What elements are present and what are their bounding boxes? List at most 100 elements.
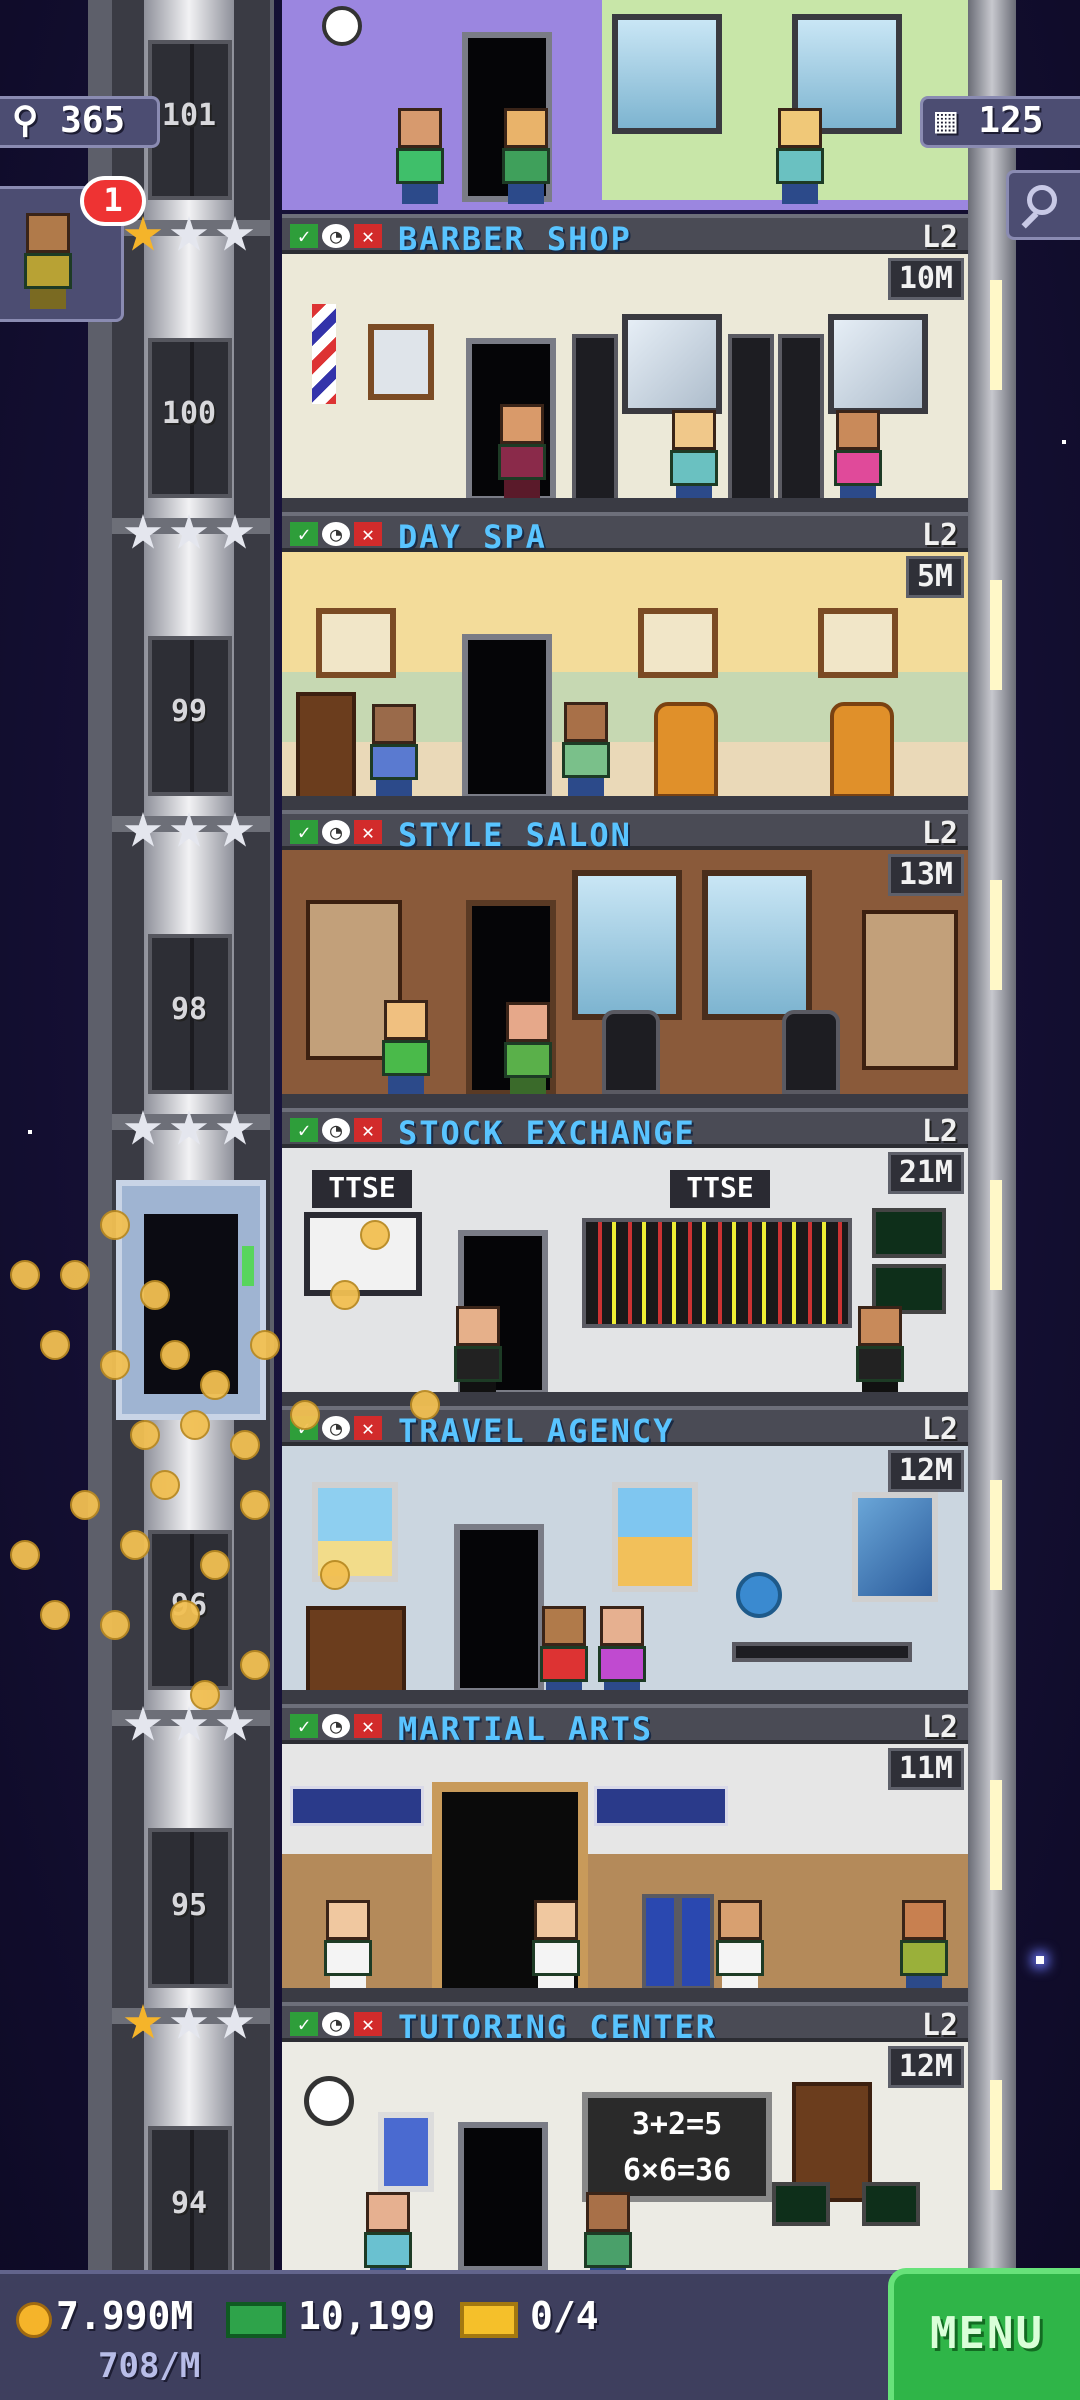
menu-button[interactable]: MENU <box>888 2268 1080 2400</box>
monitor <box>772 2182 830 2226</box>
tenant[interactable] <box>558 702 614 798</box>
clock-icon: ◔ <box>322 2012 350 2036</box>
floor-header-travel-agency[interactable]: ✓ ◔ ✕ TRAVEL AGENCY L2 <box>282 1406 968 1450</box>
floor-stock-exchange[interactable]: 21M TTSE TTSE <box>282 1148 968 1406</box>
room-door <box>458 2122 548 2270</box>
floor-base <box>282 1392 968 1406</box>
tenant[interactable] <box>580 2192 636 2270</box>
chalkboard-line: 6×6=36 <box>622 2153 732 2188</box>
tenant[interactable] <box>712 1900 768 1996</box>
rail-light <box>990 580 1002 690</box>
tenant[interactable] <box>498 108 554 204</box>
floor-base <box>282 1988 968 2002</box>
tenant[interactable] <box>528 1900 584 1996</box>
floor-day-spa[interactable]: 5M <box>282 552 968 810</box>
tenant[interactable] <box>450 1306 506 1402</box>
rail-light <box>990 1480 1002 1590</box>
customer[interactable] <box>366 704 422 800</box>
floor-header-tutoring-center[interactable]: ✓ ◔ ✕ TUTORING CENTER L2 <box>282 2002 968 2046</box>
customer[interactable] <box>830 410 886 506</box>
star-icon <box>170 1706 208 1741</box>
shelf <box>296 692 356 802</box>
rail-light <box>990 280 1002 390</box>
clock-icon <box>304 2076 354 2126</box>
floor-gym-partial[interactable] <box>282 0 968 210</box>
check-icon: ✓ <box>290 820 318 844</box>
elevator-indicator <box>242 1246 254 1286</box>
floor-price: 21M <box>887 1152 964 1194</box>
tenant[interactable] <box>594 1606 650 1702</box>
salon-chair <box>782 1010 840 1094</box>
floor-base <box>282 498 968 512</box>
floor-header-martial-arts[interactable]: ✓ ◔ ✕ MARTIAL ARTS L2 <box>282 1704 968 1748</box>
floor-base <box>282 796 968 810</box>
star-icon <box>216 2004 254 2039</box>
clock-icon: ◔ <box>322 522 350 546</box>
star-icon <box>216 514 254 549</box>
customer[interactable] <box>360 2192 416 2270</box>
floor-price: 11M <box>887 1748 964 1790</box>
barber-pole <box>312 304 336 404</box>
customer[interactable] <box>666 410 722 506</box>
coins-amount[interactable]: 7.990M <box>56 2294 193 2338</box>
floor-level: L2 <box>921 220 958 255</box>
window <box>612 14 722 134</box>
tenant[interactable] <box>494 404 550 500</box>
search-button[interactable] <box>1006 170 1080 240</box>
close-icon: ✕ <box>354 1118 382 1142</box>
customer[interactable] <box>896 1900 952 1996</box>
floor-level: L2 <box>921 2008 958 2043</box>
star-icon <box>216 1110 254 1145</box>
customer[interactable] <box>500 1002 556 1098</box>
ticker-board <box>582 1218 852 1328</box>
clock-icon: ◔ <box>322 1416 350 1440</box>
floor-header-day-spa[interactable]: ✓ ◔ ✕ DAY SPA L2 <box>282 512 968 556</box>
tenant[interactable] <box>320 1900 376 1996</box>
check-icon: ✓ <box>290 224 318 248</box>
globe-icon <box>736 1572 782 1618</box>
floor-header-style-salon[interactable]: ✓ ◔ ✕ STYLE SALON L2 <box>282 810 968 854</box>
floor-barber-shop[interactable]: 10M <box>282 254 968 512</box>
floor-header-barber-shop[interactable]: ✓ ◔ ✕ BARBER SHOP L2 <box>282 214 968 258</box>
star-icon <box>170 1110 208 1145</box>
elevator-car[interactable] <box>116 1180 266 1420</box>
tenant[interactable] <box>852 1306 908 1402</box>
floors-counter[interactable]: ▦ 125 <box>920 96 1080 148</box>
close-icon: ✕ <box>354 224 382 248</box>
floor-martial-arts[interactable]: 11M <box>282 1744 968 2002</box>
floor-level: L2 <box>921 518 958 553</box>
floor-level: L2 <box>921 1412 958 1447</box>
coin-icon <box>16 2302 52 2338</box>
check-icon: ✓ <box>290 522 318 546</box>
visitor-avatar <box>20 213 76 309</box>
bux-amount[interactable]: 10,199 <box>298 2294 435 2338</box>
travel-poster <box>852 1492 938 1602</box>
close-icon: ✕ <box>354 820 382 844</box>
travel-poster <box>612 1482 698 1592</box>
star-icon <box>124 2004 162 2039</box>
tenant[interactable] <box>772 108 828 204</box>
floor-tutoring-center[interactable]: 12M 3+2=5 6×6=36 <box>282 2042 968 2270</box>
shaft-floor-number: 98 <box>170 992 208 1027</box>
population-counter[interactable]: ⚲ 365 <box>0 96 160 148</box>
rail-light <box>990 1180 1002 1290</box>
window <box>572 870 682 1020</box>
tenant[interactable] <box>392 108 448 204</box>
floor-travel-agency[interactable]: 12M <box>282 1446 968 1704</box>
floor-price: 12M <box>887 2046 964 2088</box>
desk <box>732 1642 912 1662</box>
floor-name: DAY SPA <box>398 518 547 556</box>
tickets-count[interactable]: 0/4 <box>530 2294 599 2338</box>
brochure-rack <box>306 1606 406 1698</box>
floor-name: TRAVEL AGENCY <box>398 1412 675 1450</box>
close-icon: ✕ <box>354 1416 382 1440</box>
floor-stars <box>124 514 254 552</box>
tenant[interactable] <box>378 1000 434 1096</box>
floor-header-stock-exchange[interactable]: ✓ ◔ ✕ STOCK EXCHANGE L2 <box>282 1108 968 1152</box>
star-icon <box>216 1706 254 1741</box>
coins-rate: 708/M <box>98 2346 201 2386</box>
cabinet <box>778 334 824 504</box>
floor-name: TUTORING CENTER <box>398 2008 717 2046</box>
tenant[interactable] <box>536 1606 592 1702</box>
floor-style-salon[interactable]: 13M <box>282 850 968 1108</box>
